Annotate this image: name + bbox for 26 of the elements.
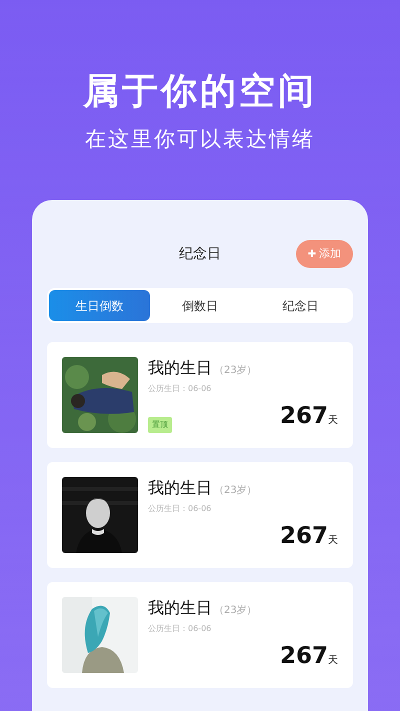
- date-label: 公历生日：06-06: [148, 503, 212, 515]
- pinned-tag: 置顶: [148, 417, 172, 433]
- date-label: 公历生日：06-06: [148, 383, 212, 395]
- age-label: （23岁）: [214, 604, 257, 618]
- item-title: 我的生日: [148, 597, 212, 619]
- birthday-card[interactable]: 我的生日（23岁） 公历生日：06-06 267天: [47, 462, 353, 568]
- subtitle: 在这里你可以表达情绪: [85, 126, 315, 153]
- age-label: （23岁）: [214, 364, 257, 378]
- birthday-card[interactable]: 我的生日（23岁） 公历生日：06-06 267天: [47, 582, 353, 688]
- day-unit: 天: [328, 654, 338, 668]
- day-unit: 天: [328, 534, 338, 548]
- headline: 属于你的空间: [83, 70, 317, 114]
- day-unit: 天: [328, 414, 338, 428]
- screen-title: 纪念日: [179, 244, 221, 264]
- day-count: 267: [280, 402, 328, 430]
- plus-icon: ✚: [308, 246, 316, 262]
- age-label: （23岁）: [214, 484, 257, 498]
- tab[interactable]: 生日倒数: [49, 290, 150, 321]
- birthday-card[interactable]: 我的生日（23岁） 公历生日：06-06 置顶 267天: [47, 342, 353, 448]
- date-label: 公历生日：06-06: [148, 623, 212, 635]
- tab[interactable]: 倒数日: [150, 290, 250, 321]
- day-count: 267: [280, 522, 328, 550]
- item-title: 我的生日: [148, 477, 212, 499]
- tab[interactable]: 纪念日: [250, 290, 352, 321]
- item-title: 我的生日: [148, 357, 212, 379]
- day-count: 267: [280, 642, 328, 670]
